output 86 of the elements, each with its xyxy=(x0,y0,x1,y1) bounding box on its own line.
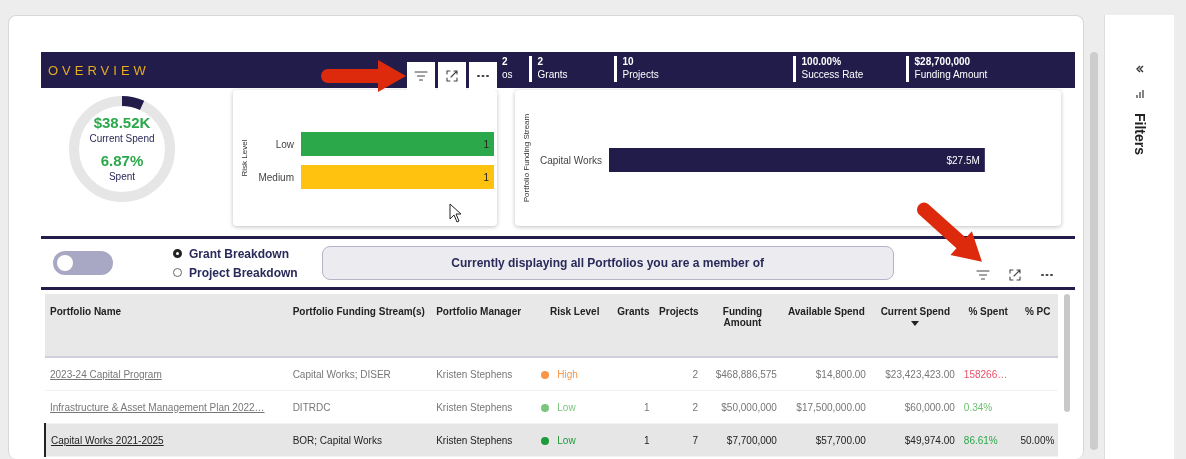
axis-title: Portfolio Funding Stream xyxy=(522,113,531,203)
filters-title: Filters xyxy=(1131,113,1148,155)
table-cell: 1 xyxy=(644,434,650,446)
table-cell: Kristen Stephens xyxy=(436,434,513,446)
column-header[interactable]: Current Spend xyxy=(869,294,959,357)
radio-option[interactable]: Grant Breakdown xyxy=(173,246,298,261)
collapse-icon xyxy=(1134,64,1145,74)
current-spend-value: $38.52K xyxy=(92,114,152,131)
kpi-label: Success Rate xyxy=(801,68,865,81)
kpi-value: 10 xyxy=(622,56,635,68)
column-header[interactable]: Available Spend xyxy=(780,294,870,357)
data-label: 1 xyxy=(483,139,489,150)
data-label: 1 xyxy=(483,172,489,183)
table-cell: Low xyxy=(557,401,576,413)
column-header[interactable]: Grants xyxy=(611,294,654,357)
scrollbar[interactable] xyxy=(1090,52,1098,450)
column-header[interactable]: Projects xyxy=(653,294,703,357)
table-cell: 7 xyxy=(692,434,699,446)
column-header[interactable]: Portfolio Funding Stream(s) xyxy=(287,294,432,357)
toggle-switch[interactable] xyxy=(53,251,113,275)
filter-button[interactable] xyxy=(407,62,435,90)
kpi-label: Funding Amount xyxy=(914,68,988,81)
kpi-label: os xyxy=(502,68,513,81)
table-row[interactable]: Capital Works 2021-2025 BOR; Capital Works Kristen Stephens Low 1 7 $7,700,000 $57,700.00 $49,974.00 86.61% 50.00% xyxy=(45,423,1058,457)
expand-icon xyxy=(445,69,459,83)
table-cell: 2 xyxy=(692,401,699,413)
focus-mode-button[interactable] xyxy=(438,62,466,90)
portfolio-link[interactable]: Infrastructure & Asset Management Plan 2022… xyxy=(50,401,265,413)
category-label: Capital Works xyxy=(539,155,602,166)
spent-label: Spent xyxy=(107,171,137,182)
cursor-icon xyxy=(449,203,463,223)
table-cell: Kristen Stephens xyxy=(436,368,513,380)
portfolio-link[interactable]: 2023-24 Capital Program xyxy=(50,368,162,380)
column-header[interactable]: % PC xyxy=(1015,294,1058,357)
table-cell: DITRDC xyxy=(292,401,331,413)
table-cell: 86.61% xyxy=(963,434,998,446)
data-label: $27.5M xyxy=(946,155,980,166)
spent-percent-value: 6.87% xyxy=(99,152,145,169)
table-cell: 1 xyxy=(644,401,650,413)
more-options-button[interactable] xyxy=(469,62,497,90)
table-cell: Kristen Stephens xyxy=(436,401,513,413)
kpi-divider xyxy=(792,56,796,82)
table-cell: 2 xyxy=(692,368,699,380)
kpi-value: $28,700,000 xyxy=(914,56,972,68)
table-row[interactable]: Infrastructure & Asset Management Plan 2022… DITRDC Kristen Stephens Low 1 2 $50,000,000 $17,500,000.00 $60,000.00 0.34% xyxy=(45,390,1058,424)
overview-title: OVERVIEW xyxy=(48,62,151,78)
kpi-label: Grants xyxy=(537,68,569,81)
table-cell: Capital Works; DISER xyxy=(292,368,391,380)
kpi-divider xyxy=(613,56,617,82)
kpi-value: 100.00% xyxy=(801,56,843,68)
table-cell: $17,500,000.00 xyxy=(796,401,866,413)
table-cell: $49,974.00 xyxy=(904,434,955,446)
sort-descending-icon xyxy=(911,321,920,327)
table-cell: $57,700.00 xyxy=(815,434,866,446)
category-label: Low xyxy=(275,139,294,150)
column-header[interactable]: Funding Amount xyxy=(702,294,781,357)
column-header[interactable]: Portfolio Name xyxy=(45,294,288,357)
table-cell: 50.00% xyxy=(1020,434,1055,446)
kpi-label: Projects xyxy=(622,68,660,81)
table-cell: $7,700,000 xyxy=(726,434,777,446)
current-spend-label: Current Spend xyxy=(88,133,156,144)
axis-title: Risk Level xyxy=(240,139,249,177)
kpi-divider xyxy=(905,56,909,82)
portfolio-link[interactable]: Capital Works 2021-2025 xyxy=(51,434,164,446)
table-cell: High xyxy=(557,368,578,380)
table-cell: $50,000,000 xyxy=(721,401,777,413)
info-banner: Currently displaying all Portfolios you are a member of xyxy=(321,246,894,280)
table-cell: $468,886,575 xyxy=(715,368,777,380)
column-header[interactable]: % Spent xyxy=(958,294,1016,357)
category-label: Medium xyxy=(258,172,294,183)
kpi-divider xyxy=(528,56,532,82)
column-header[interactable]: Portfolio Manager xyxy=(431,294,537,357)
expand-icon xyxy=(1007,268,1022,282)
table-row[interactable]: 2023-24 Capital Program Capital Works; DISER Kristen Stephens High 2 $468,886,575 $14,800.00 $23,423,423.00 158266… xyxy=(45,357,1058,391)
column-header[interactable]: Risk Level xyxy=(536,294,612,357)
radio-option[interactable]: Project Breakdown xyxy=(173,265,298,280)
table-cell: BOR; Capital Works xyxy=(292,434,382,446)
scrollbar[interactable] xyxy=(1064,294,1070,412)
table-cell: 158266… xyxy=(963,368,1008,380)
table-cell: 0.34% xyxy=(963,401,993,413)
table-cell: $60,000.00 xyxy=(904,401,955,413)
table-cell: $23,423,423.00 xyxy=(885,368,955,380)
kpi-value: 2 xyxy=(502,56,509,68)
kpi-value: 2 xyxy=(537,56,545,68)
table-cell: Low xyxy=(557,434,576,446)
table-cell: $14,800.00 xyxy=(815,368,866,380)
